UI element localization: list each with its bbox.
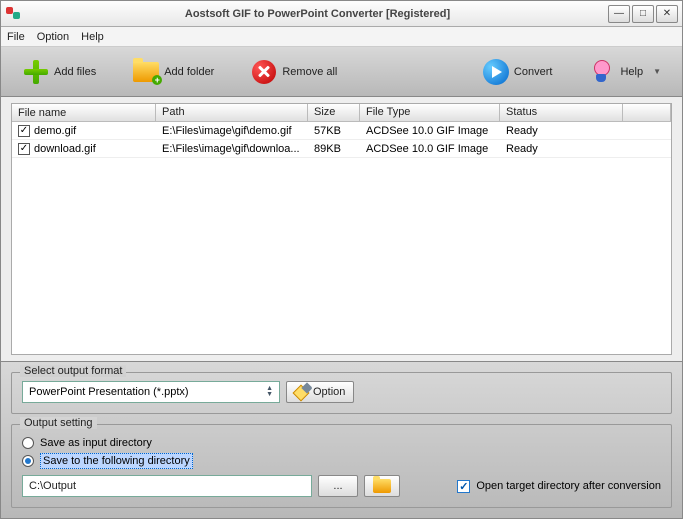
option-button[interactable]: Option — [286, 381, 354, 403]
cell-size: 89KB — [308, 141, 360, 157]
col-filetype[interactable]: File Type — [360, 104, 500, 121]
folder-add-icon: + — [132, 58, 160, 86]
remove-all-label: Remove all — [282, 66, 337, 78]
toolbar: Add files + Add folder Remove all Conver… — [1, 47, 682, 97]
output-setting-legend: Output setting — [20, 417, 97, 429]
save-to-following-row[interactable]: Save to the following directory — [22, 453, 661, 469]
col-size[interactable]: Size — [308, 104, 360, 121]
add-folder-label: Add folder — [164, 66, 214, 78]
titlebar: Aostsoft GIF to PowerPoint Converter [Re… — [1, 1, 682, 27]
cell-status: Ready — [500, 123, 623, 139]
menu-help[interactable]: Help — [81, 31, 104, 43]
save-as-input-label: Save as input directory — [40, 437, 152, 449]
menu-option[interactable]: Option — [37, 31, 69, 43]
main-window: Aostsoft GIF to PowerPoint Converter [Re… — [0, 0, 683, 519]
list-rows: ✓ demo.gif E:\Files\image\gif\demo.gif57KB… — [12, 122, 671, 354]
open-folder-button[interactable] — [364, 475, 400, 497]
open-target-row[interactable]: ✓ Open target directory after conversion — [457, 480, 661, 493]
save-as-input-radio[interactable] — [22, 437, 34, 449]
cell-status: Ready — [500, 141, 623, 157]
cell-size: 57KB — [308, 123, 360, 139]
help-person-icon — [588, 58, 616, 86]
save-to-following-radio[interactable] — [22, 455, 34, 467]
remove-all-button[interactable]: Remove all — [241, 53, 346, 91]
save-to-following-label: Save to the following directory — [40, 453, 193, 469]
convert-button[interactable]: Convert — [473, 53, 562, 91]
list-header: File name Path Size File Type Status — [12, 104, 671, 122]
menubar: File Option Help — [1, 27, 682, 47]
window-title: Aostsoft GIF to PowerPoint Converter [Re… — [27, 8, 608, 20]
option-label: Option — [313, 386, 345, 398]
output-path-input[interactable]: C:\Output — [22, 475, 312, 497]
output-setting-fieldset: Output setting Save as input directory S… — [11, 424, 672, 508]
help-label: Help — [620, 66, 643, 78]
spinner-icon: ▲▼ — [266, 386, 273, 398]
col-status[interactable]: Status — [500, 104, 623, 121]
open-target-label: Open target directory after conversion — [476, 480, 661, 492]
convert-label: Convert — [514, 66, 553, 78]
add-files-button[interactable]: Add files — [13, 53, 105, 91]
browse-label: ... — [333, 480, 342, 492]
chevron-down-icon: ▼ — [653, 67, 661, 76]
play-icon — [482, 58, 510, 86]
close-button[interactable]: ✕ — [656, 5, 678, 23]
bottom-panel: Select output format PowerPoint Presenta… — [1, 361, 682, 518]
cell-filetype: ACDSee 10.0 GIF Image — [360, 123, 500, 139]
app-icon — [5, 6, 21, 22]
cell-path: E:\Files\image\gif\downloa... — [156, 141, 308, 157]
file-list: File name Path Size File Type Status ✓ de… — [11, 103, 672, 355]
browse-button[interactable]: ... — [318, 475, 358, 497]
help-button[interactable]: Help ▼ — [579, 53, 670, 91]
option-icon — [295, 385, 309, 399]
maximize-button[interactable]: □ — [632, 5, 654, 23]
output-format-select[interactable]: PowerPoint Presentation (*.pptx) ▲▼ — [22, 381, 280, 403]
open-target-checkbox[interactable]: ✓ — [457, 480, 470, 493]
col-filename[interactable]: File name — [12, 104, 156, 121]
table-row[interactable]: ✓ download.gif E:\Files\image\gif\downloa.… — [12, 140, 671, 158]
col-path[interactable]: Path — [156, 104, 308, 121]
output-format-legend: Select output format — [20, 365, 126, 377]
plus-icon — [22, 58, 50, 86]
cell-filename: download.gif — [34, 143, 96, 155]
row-checkbox[interactable]: ✓ — [18, 143, 30, 155]
col-spacer — [623, 104, 671, 121]
output-path-value: C:\Output — [29, 480, 76, 492]
add-folder-button[interactable]: + Add folder — [123, 53, 223, 91]
minimize-button[interactable]: — — [608, 5, 630, 23]
output-format-fieldset: Select output format PowerPoint Presenta… — [11, 372, 672, 414]
output-format-value: PowerPoint Presentation (*.pptx) — [29, 386, 189, 398]
row-checkbox[interactable]: ✓ — [18, 125, 30, 137]
cell-filetype: ACDSee 10.0 GIF Image — [360, 141, 500, 157]
add-files-label: Add files — [54, 66, 96, 78]
remove-icon — [250, 58, 278, 86]
save-as-input-row[interactable]: Save as input directory — [22, 437, 661, 449]
menu-file[interactable]: File — [7, 31, 25, 43]
folder-icon — [373, 479, 391, 493]
cell-path: E:\Files\image\gif\demo.gif — [156, 123, 308, 139]
cell-filename: demo.gif — [34, 125, 76, 137]
table-row[interactable]: ✓ demo.gif E:\Files\image\gif\demo.gif57KB… — [12, 122, 671, 140]
